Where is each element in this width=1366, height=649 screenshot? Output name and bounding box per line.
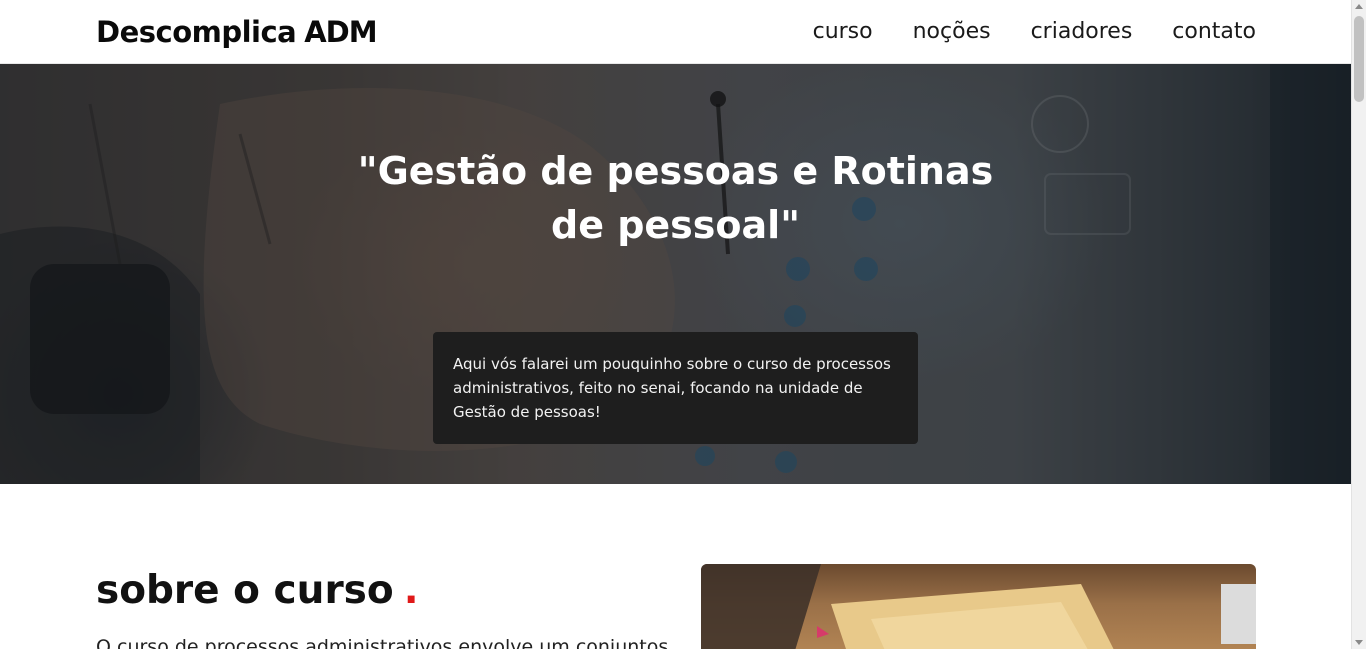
about-title-text: sobre o curso bbox=[96, 568, 394, 613]
site-logo[interactable]: Descomplica ADM bbox=[96, 14, 378, 49]
hero-title-text: "Gestão de pessoas e Rotinas de pessoal" bbox=[357, 149, 994, 247]
site-header: Descomplica ADM curso noções criadores c… bbox=[0, 0, 1351, 64]
hero-description-text: Aqui vós falarei um pouquinho sobre o cu… bbox=[453, 355, 891, 421]
about-image-art bbox=[701, 564, 1256, 649]
nav-link-nocoes[interactable]: noções bbox=[913, 19, 991, 44]
nav-link-criadores[interactable]: criadores bbox=[1031, 19, 1133, 44]
hero-banner: "Gestão de pessoas e Rotinas de pessoal"… bbox=[0, 64, 1351, 484]
page: Descomplica ADM curso noções criadores c… bbox=[0, 0, 1351, 649]
hero-title: "Gestão de pessoas e Rotinas de pessoal" bbox=[0, 144, 1351, 252]
about-section-text: O curso de processos administrativos env… bbox=[96, 636, 669, 649]
hero-description-card: Aqui vós falarei um pouquinho sobre o cu… bbox=[433, 332, 918, 444]
scroll-up-arrow-icon[interactable] bbox=[1355, 4, 1363, 9]
about-section-title: sobre o curso. bbox=[96, 568, 419, 613]
nav-link-curso[interactable]: curso bbox=[813, 19, 873, 44]
main-nav: curso noções criadores contato bbox=[813, 19, 1256, 44]
logo-text: Descomplica bbox=[96, 14, 297, 49]
about-title-dot: . bbox=[403, 568, 419, 613]
nav-link-contato[interactable]: contato bbox=[1172, 19, 1256, 44]
scroll-down-arrow-icon[interactable] bbox=[1355, 640, 1363, 645]
page-scrollbar[interactable] bbox=[1351, 0, 1366, 649]
logo-accent: ADM bbox=[304, 14, 377, 49]
about-section-image bbox=[701, 564, 1256, 649]
scroll-thumb[interactable] bbox=[1354, 16, 1364, 102]
